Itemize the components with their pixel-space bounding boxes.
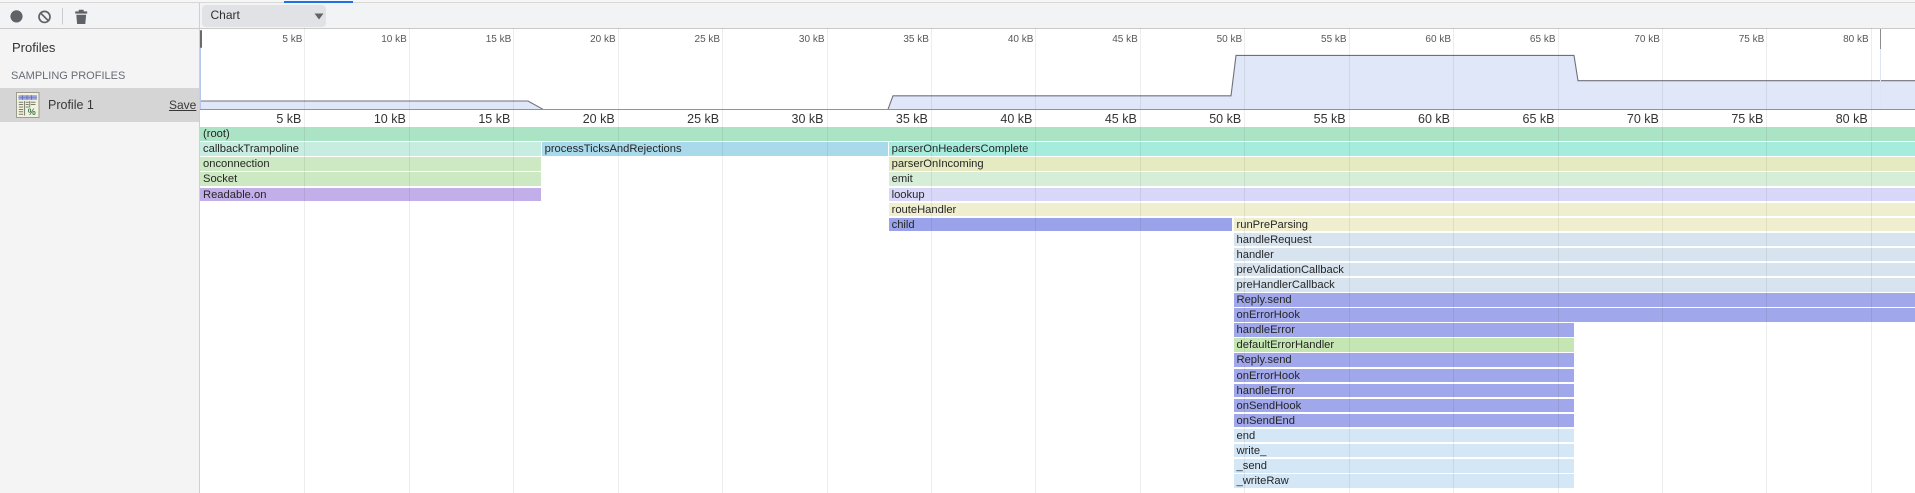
svg-text:%: % xyxy=(28,107,36,117)
